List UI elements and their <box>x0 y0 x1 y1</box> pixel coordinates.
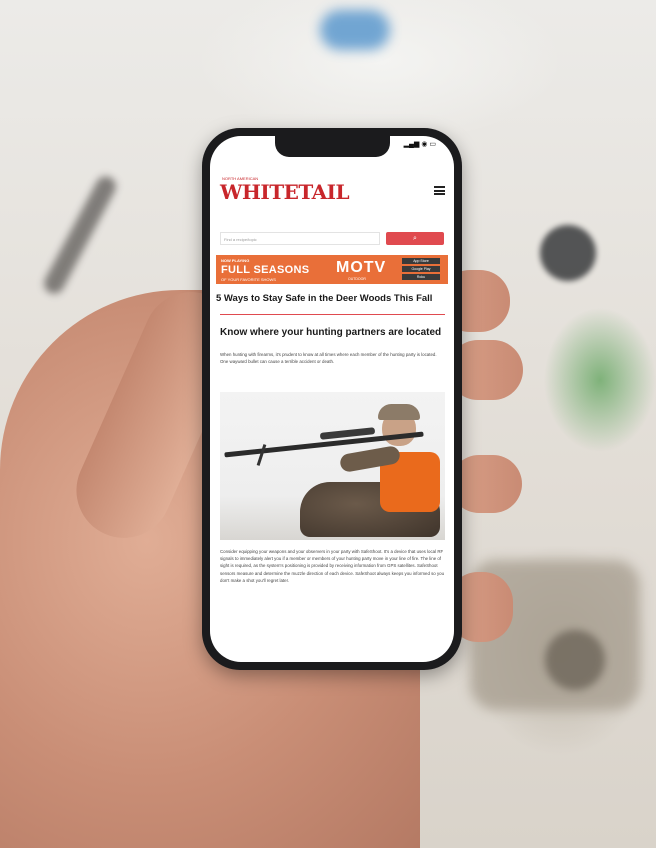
ad-banner[interactable]: NOW PLAYING FULL SEASONS OF YOUR FAVORIT… <box>216 255 448 284</box>
article-title: 5 Ways to Stay Safe in the Deer Woods Th… <box>216 293 433 304</box>
hamburger-menu-icon[interactable] <box>434 186 445 195</box>
title-divider <box>220 314 445 315</box>
ad-brand: MOTV <box>336 259 387 276</box>
ad-brand-sub: OUTDOOR <box>348 277 366 281</box>
hunter-cap <box>378 404 420 420</box>
article-paragraph-1: When hunting with firearms, it's prudent… <box>220 352 437 365</box>
section-heading: Know where your hunting partners are loc… <box>220 327 442 338</box>
blurred-compass <box>540 225 596 281</box>
article-photo-hunter <box>220 392 445 540</box>
battery-icon: ▂▄▆ ◉ ▭ <box>403 141 436 148</box>
app-store-badge[interactable]: App Store <box>402 258 440 264</box>
roku-badge[interactable]: Roku <box>402 274 440 280</box>
blurred-camera-lens <box>545 630 605 690</box>
google-play-badge[interactable]: Google Play <box>402 266 440 272</box>
smartphone: ▂▄▆ ◉ ▭ NORTH AMERICAN WHITETAIL Find a … <box>202 128 462 670</box>
blurred-blue-object <box>320 10 390 50</box>
ad-line3: OF YOUR FAVORITE SHOWS <box>221 277 276 282</box>
phone-screen: ▂▄▆ ◉ ▭ NORTH AMERICAN WHITETAIL Find a … <box>210 136 454 662</box>
search-input[interactable]: Find a recipe/topic <box>220 232 380 245</box>
ad-line1: NOW PLAYING <box>221 258 250 263</box>
article-paragraph-2: Consider equipping your weapons and your… <box>220 549 445 583</box>
rifle-bipod <box>256 444 267 466</box>
phone-notch <box>275 136 390 157</box>
site-logo[interactable]: WHITETAIL <box>220 180 350 204</box>
search-button[interactable]: ⌕ <box>386 232 444 245</box>
ad-headline: FULL SEASONS <box>221 264 310 276</box>
